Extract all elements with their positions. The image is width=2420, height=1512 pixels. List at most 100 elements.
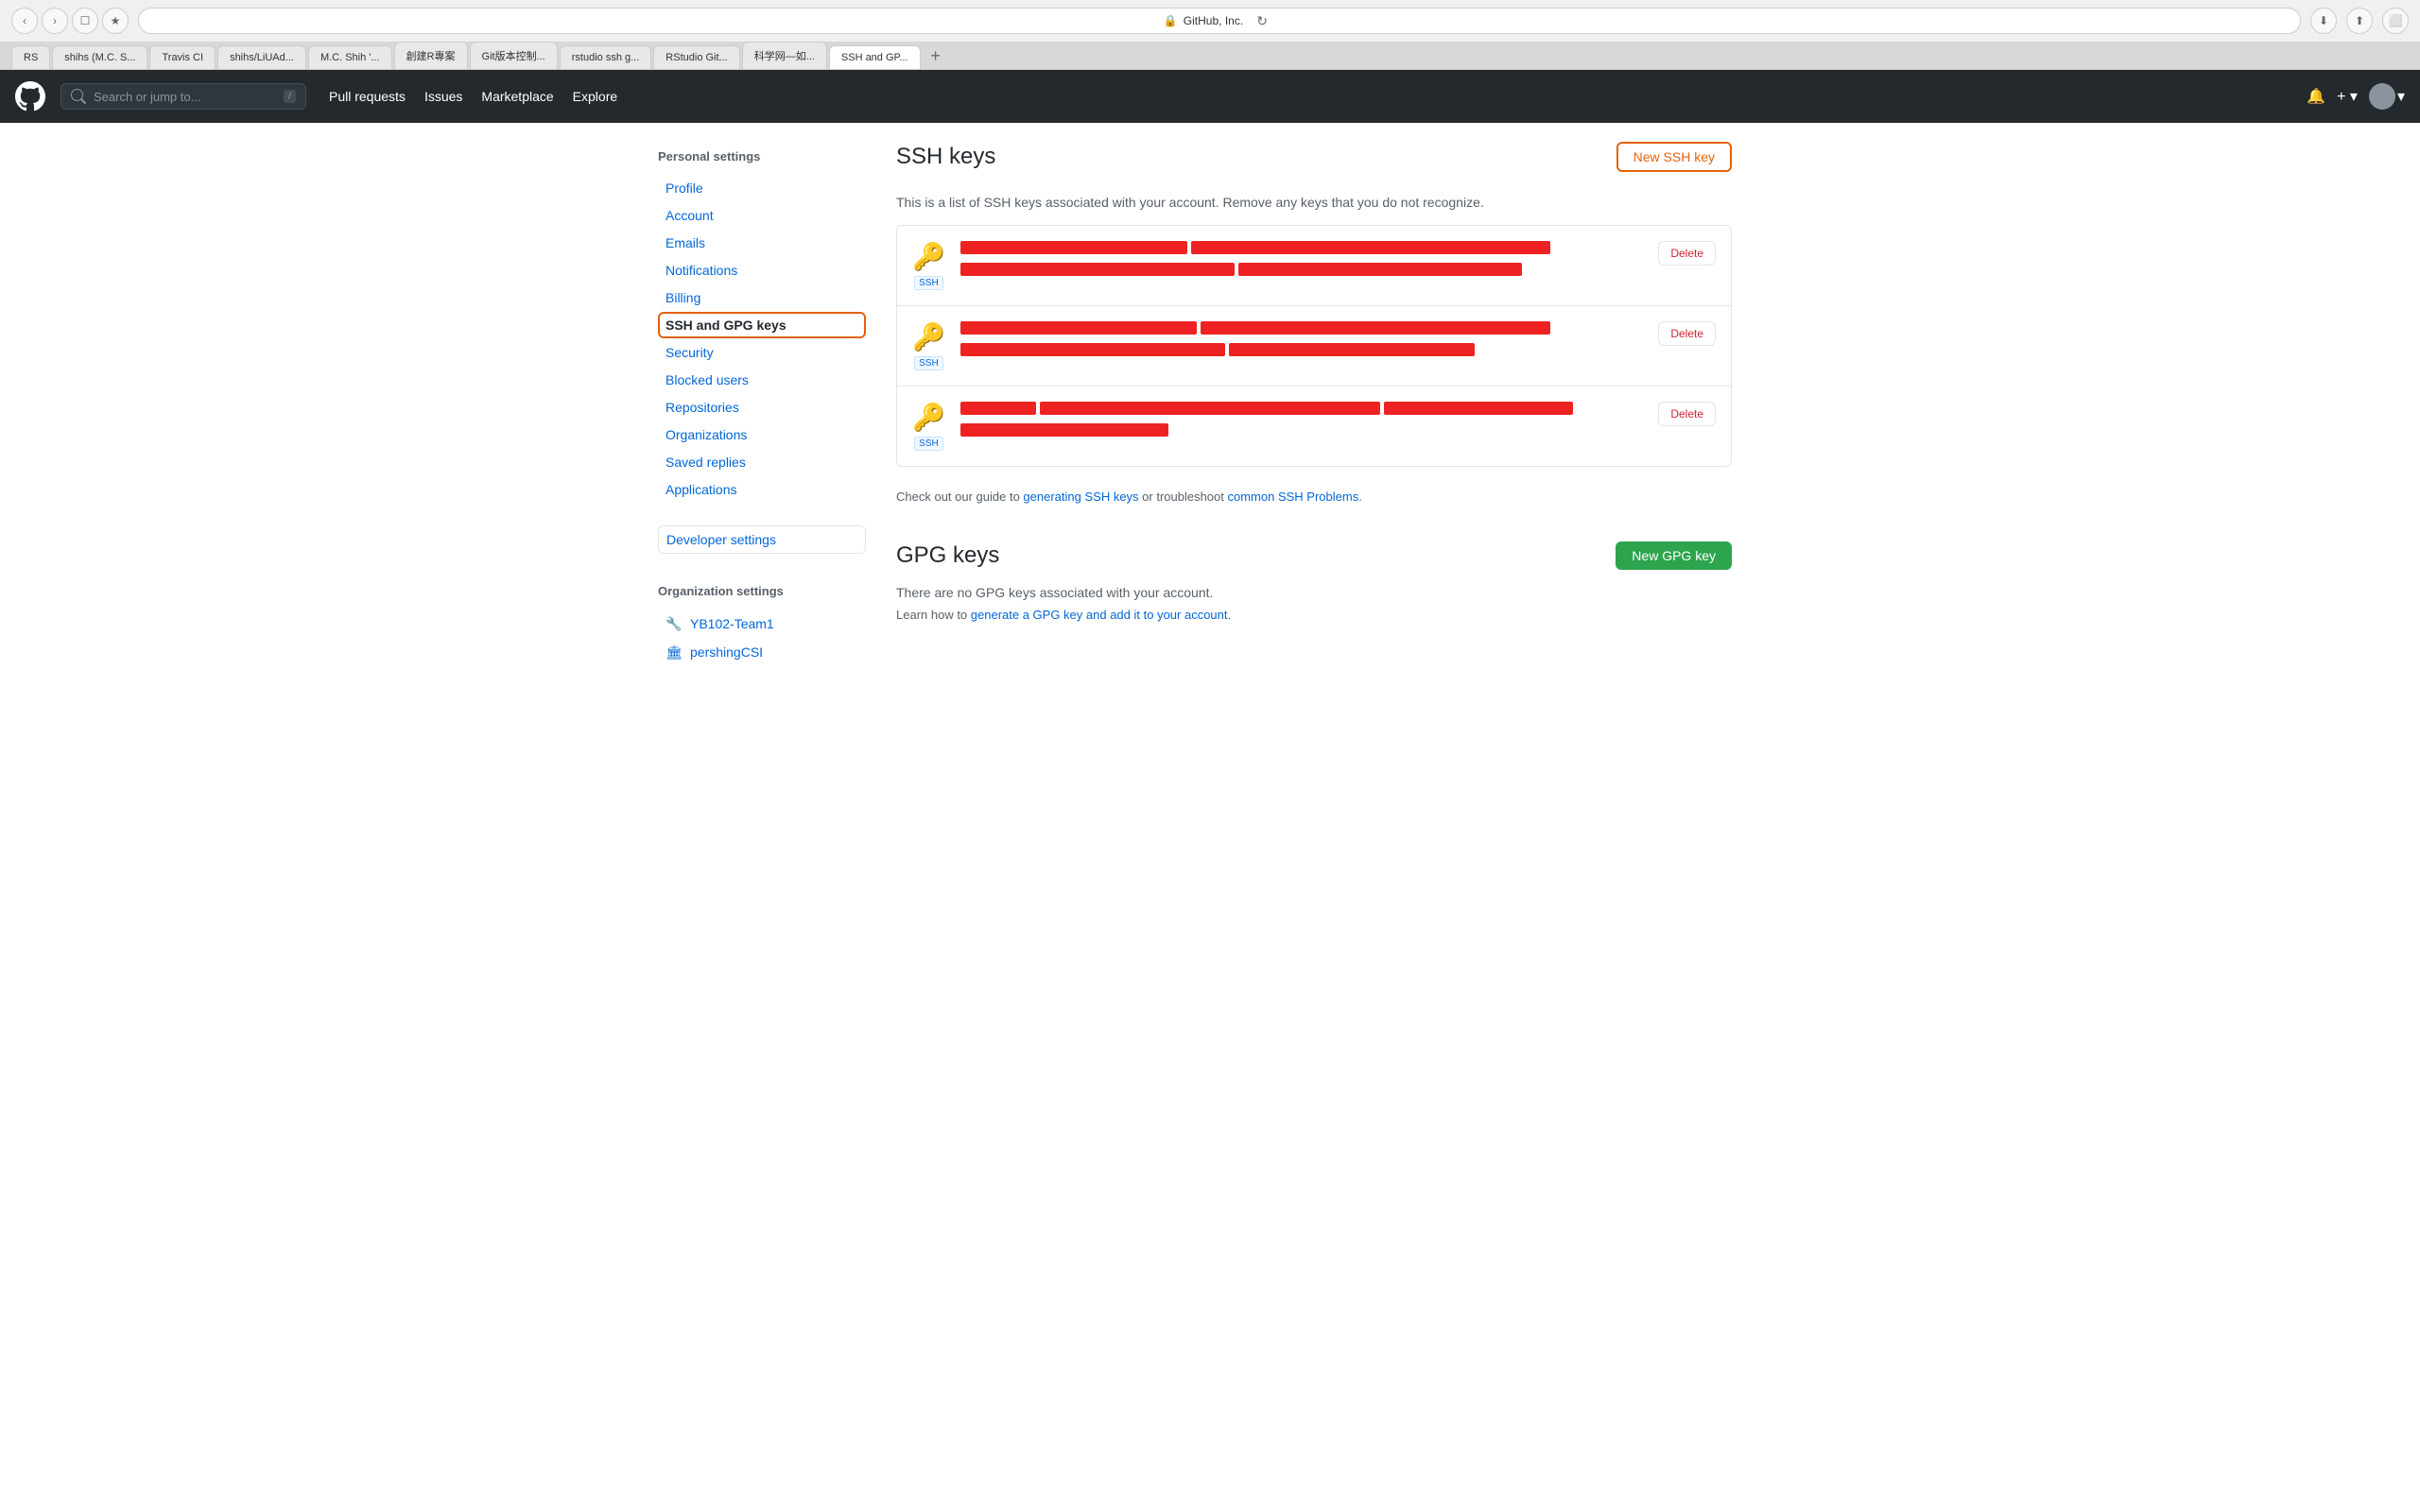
download-button[interactable]: ⬇ (2310, 8, 2337, 34)
browser-tab-travis[interactable]: Travis CI (149, 45, 216, 69)
sidebar-item-saved-replies[interactable]: Saved replies (658, 449, 866, 475)
github-logo (15, 81, 45, 112)
key-redacted-used-1 (1238, 263, 1522, 276)
sidebar-org-yb102[interactable]: 🔧 YB102-Team1 (658, 610, 866, 638)
gpg-empty-message: There are no GPG keys associated with yo… (896, 585, 1732, 600)
back-button[interactable]: ‹ (11, 8, 38, 34)
sidebar: Personal settings Profile Account Emails… (658, 142, 866, 689)
key-redacted-used-2 (1229, 343, 1475, 356)
organization-settings-section: Organization settings 🔧 YB102-Team1 🏛 pe… (658, 576, 866, 666)
delete-ssh-key-2-button[interactable]: Delete (1658, 321, 1716, 346)
gpg-learn-text: Learn how to generate a GPG key and add … (896, 608, 1732, 622)
new-gpg-key-button[interactable]: New GPG key (1616, 541, 1732, 570)
forward-button[interactable]: › (42, 8, 68, 34)
search-icon (71, 89, 86, 104)
sidebar-item-security[interactable]: Security (658, 339, 866, 366)
sidebar-item-blocked-users[interactable]: Blocked users (658, 367, 866, 393)
personal-settings-title: Personal settings (658, 142, 866, 171)
key-redacted-fingerprint-1 (1191, 241, 1550, 254)
key-details-1 (960, 241, 1643, 284)
ssh-key-item-1: 🔑 SSH Delete (897, 226, 1731, 306)
browser-tab-rstudio-ssh[interactable]: rstudio ssh g... (560, 45, 652, 69)
reload-button[interactable]: ↻ (1249, 8, 1275, 34)
delete-ssh-key-1-button[interactable]: Delete (1658, 241, 1716, 266)
common-ssh-problems-link[interactable]: common SSH Problems (1228, 490, 1359, 504)
sidebar-item-ssh-gpg-keys[interactable]: SSH and GPG keys (658, 312, 866, 338)
browser-tab-mcshih[interactable]: M.C. Shih '... (308, 45, 392, 69)
sidebar-item-applications[interactable]: Applications (658, 476, 866, 503)
ssh-keys-list: 🔑 SSH Delete 🔑 SSH (896, 225, 1732, 467)
lock-icon: 🔒 (1164, 14, 1178, 27)
browser-tab-rs[interactable]: RS (11, 45, 50, 69)
new-tab-button[interactable]: + (923, 43, 949, 69)
search-input[interactable] (94, 90, 276, 104)
page-layout: Personal settings Profile Account Emails… (643, 123, 1777, 708)
key-actions-3: Delete (1658, 402, 1716, 426)
generate-gpg-key-link[interactable]: generate a GPG key and add it to your ac… (971, 608, 1228, 622)
nav-marketplace[interactable]: Marketplace (481, 89, 553, 104)
share-button[interactable]: ⬆ (2346, 8, 2373, 34)
browser-tab-liuad[interactable]: shihs/LiUAd... (217, 45, 306, 69)
key-icon-1: 🔑 (912, 241, 945, 272)
new-ssh-key-button[interactable]: New SSH key (1616, 142, 1732, 172)
browser-address-text: GitHub, Inc. (1184, 14, 1243, 27)
ssh-key-item-3: 🔑 SSH Delete (897, 387, 1731, 466)
sidebar-item-profile[interactable]: Profile (658, 175, 866, 201)
browser-tabs-bar: RS shihs (M.C. S... Travis CI shihs/LiUA… (0, 42, 2420, 69)
org-icon-pershing: 🏛 (666, 644, 683, 661)
key-redacted-name-2 (960, 321, 1197, 335)
search-bar[interactable]: / (60, 83, 306, 110)
nav-pull-requests[interactable]: Pull requests (329, 89, 406, 104)
nav-explore[interactable]: Explore (573, 89, 617, 104)
sidebar-item-notifications[interactable]: Notifications (658, 257, 866, 284)
sidebar-org-pershing[interactable]: 🏛 pershingCSI (658, 638, 866, 666)
bookmark-button[interactable]: ★ (102, 8, 129, 34)
browser-address-bar[interactable]: 🔒 GitHub, Inc. ↻ (138, 8, 2301, 34)
key-redacted-added-2 (960, 343, 1225, 356)
new-item-button[interactable]: + ▾ (2337, 87, 2358, 106)
sidebar-item-emails[interactable]: Emails (658, 230, 866, 256)
key-redacted-added-1 (960, 263, 1235, 276)
org-label-pershing: pershingCSI (690, 644, 763, 660)
key-icon-2: 🔑 (912, 321, 945, 352)
ssh-badge-1: SSH (914, 276, 943, 290)
generating-ssh-keys-link[interactable]: generating SSH keys (1023, 490, 1138, 504)
key-redacted-fingerprint-3 (1040, 402, 1380, 415)
key-icon-wrap-3: 🔑 SSH (912, 402, 945, 451)
key-details-3 (960, 402, 1643, 445)
ssh-section-description: This is a list of SSH keys associated wi… (896, 195, 1732, 210)
nav-issues[interactable]: Issues (424, 89, 462, 104)
key-redacted-used-3 (960, 423, 1168, 437)
developer-settings-link[interactable]: Developer settings (658, 525, 866, 554)
ssh-page-header: SSH keys New SSH key (896, 142, 1732, 172)
key-actions-2: Delete (1658, 321, 1716, 346)
key-redacted-name-1 (960, 241, 1187, 254)
sidebar-item-billing[interactable]: Billing (658, 284, 866, 311)
key-redacted-fingerprint-2 (1201, 321, 1550, 335)
sidebar-item-account[interactable]: Account (658, 202, 866, 229)
fullscreen-button[interactable]: ⬜ (2382, 8, 2409, 34)
user-menu[interactable]: ▾ (2369, 83, 2405, 110)
window-mode-button[interactable]: ☐ (72, 8, 98, 34)
browser-tab-rstudio-git[interactable]: RStudio Git... (653, 45, 739, 69)
key-icon-3: 🔑 (912, 402, 945, 433)
ssh-section-title: SSH keys (896, 144, 995, 170)
ssh-key-item-2: 🔑 SSH Delete (897, 306, 1731, 387)
organization-settings-title: Organization settings (658, 576, 866, 606)
sidebar-item-organizations[interactable]: Organizations (658, 421, 866, 448)
ssh-section-footer: Check out our guide to generating SSH ke… (896, 490, 1732, 504)
key-icon-wrap-2: 🔑 SSH (912, 321, 945, 370)
user-avatar (2369, 83, 2395, 110)
browser-tab-git[interactable]: Git版本控制... (470, 42, 558, 69)
key-actions-1: Delete (1658, 241, 1716, 266)
browser-tab-ssh-gpg[interactable]: SSH and GP... (829, 45, 921, 69)
browser-tab-rproject[interactable]: 創建R專案 (394, 42, 468, 69)
gpg-section-title: GPG keys (896, 542, 999, 569)
delete-ssh-key-3-button[interactable]: Delete (1658, 402, 1716, 426)
sidebar-item-repositories[interactable]: Repositories (658, 394, 866, 421)
notifications-bell[interactable]: 🔔 (2307, 87, 2325, 106)
browser-tab-kexue[interactable]: 科学网—如... (742, 42, 827, 69)
key-redacted-added-3 (1384, 402, 1573, 415)
personal-settings-section: Personal settings Profile Account Emails… (658, 142, 866, 503)
browser-tab-shihs[interactable]: shihs (M.C. S... (52, 45, 147, 69)
